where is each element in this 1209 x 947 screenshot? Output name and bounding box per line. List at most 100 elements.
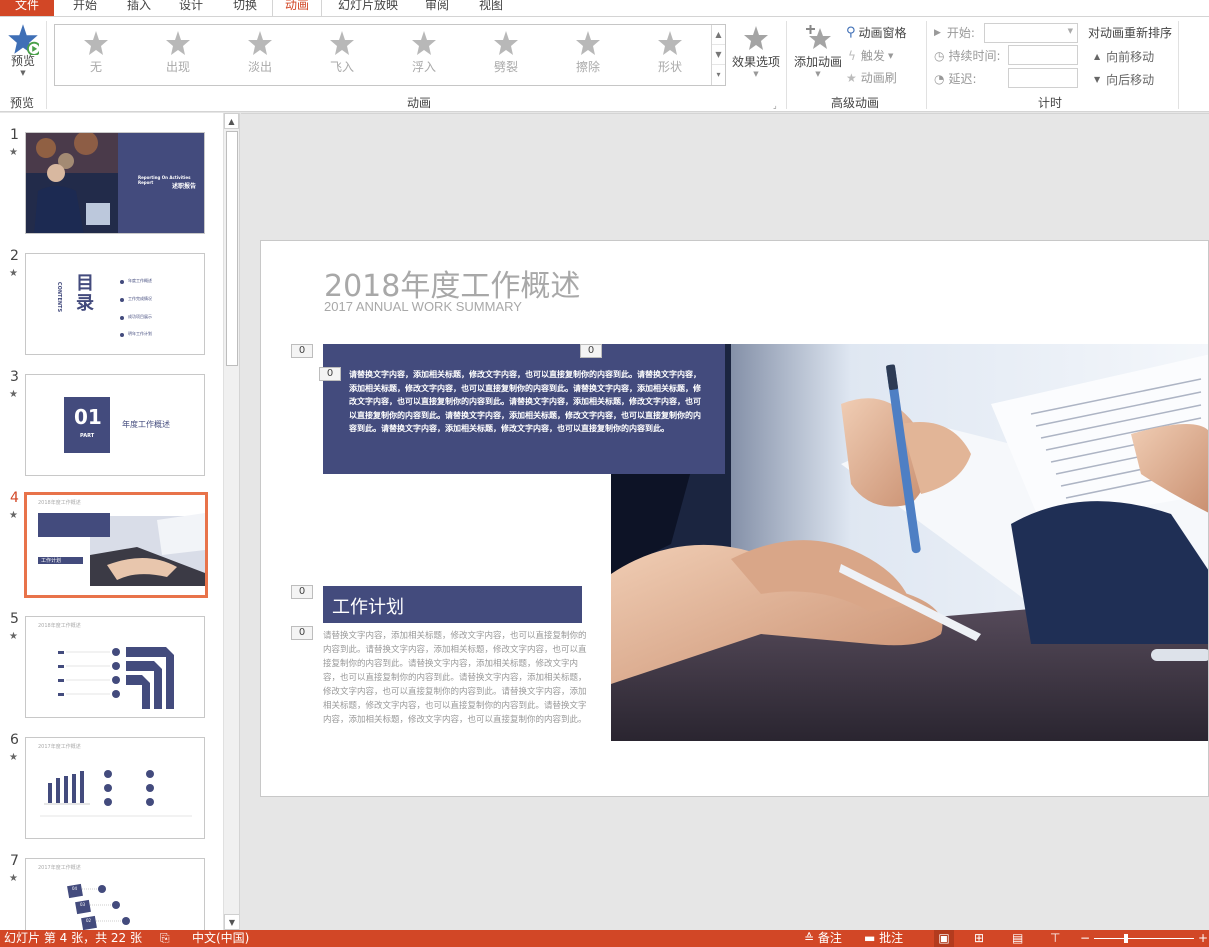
slide-subtitle[interactable]: 2017 ANNUAL WORK SUMMARY — [324, 299, 522, 314]
animation-effect-item[interactable]: 出现 — [143, 28, 213, 75]
slide-thumbnail-3[interactable]: 01 PART 年度工作概述 — [25, 374, 205, 476]
animation-effect-item[interactable]: 无 — [61, 28, 131, 75]
tab-transitions[interactable]: 切换 — [218, 0, 272, 16]
animation-star-icon: ★ — [9, 510, 18, 521]
tab-slideshow[interactable]: 幻灯片放映 — [328, 0, 408, 16]
animation-order-tag[interactable]: 0 — [291, 585, 313, 599]
slide-thumbnail-7[interactable]: 2017年度工作概述 04 03 02 — [25, 858, 205, 930]
comments-button[interactable]: ▬ 批注 — [864, 930, 903, 947]
tab-file[interactable]: 文件 — [0, 0, 54, 16]
plan-text[interactable]: 请替换文字内容，添加相关标题，修改文字内容，也可以直接复制你的内容到此。请替换文… — [323, 629, 588, 727]
tab-home[interactable]: 开始 — [58, 0, 112, 16]
thumbnails-scrollbar[interactable]: ▲ ▼ — [223, 113, 239, 930]
zoom-in-icon[interactable]: + — [1198, 930, 1208, 947]
animation-pane-label: 动画窗格 — [858, 26, 907, 40]
chevron-down-icon: ▼ — [1067, 27, 1073, 35]
slide4-mini-content — [38, 513, 205, 586]
animation-gallery[interactable]: 无 出现 淡出 飞入 浮入 劈裂 擦除 形状 ▲ ▼ ▾ — [54, 24, 726, 86]
triangle-down-icon: ▼ — [1094, 75, 1101, 84]
chevron-down-icon: ▼ — [815, 70, 821, 78]
gallery-more-icon[interactable]: ▾ — [712, 65, 725, 85]
triangle-up-icon: ▲ — [1094, 52, 1101, 61]
preview-group-label: 预览 — [9, 96, 34, 110]
tab-insert[interactable]: 插入 — [112, 0, 166, 16]
language-indicator[interactable]: 中文(中国) — [192, 930, 249, 947]
start-icon: ▶ — [934, 27, 941, 38]
slide6-bars — [40, 770, 192, 817]
scroll-down-icon[interactable]: ▼ — [224, 914, 239, 930]
animation-order-tag[interactable]: 0 — [291, 344, 313, 358]
slide-thumbnail-5[interactable]: 2018年度工作概述 — [25, 616, 205, 718]
content-text-box[interactable]: 请替换文字内容，添加相关标题，修改文字内容，也可以直接复制你的内容到此。请替换文… — [323, 344, 725, 474]
effect-options-label: 效果选项 — [731, 55, 780, 69]
slide4-plan: 工作计划 — [41, 558, 62, 564]
effect-star-icon — [412, 31, 436, 55]
zoom-slider-thumb[interactable] — [1124, 934, 1128, 943]
animation-order-tag[interactable]: 0 — [319, 367, 341, 381]
spellcheck-icon[interactable]: ⎘ — [160, 930, 170, 947]
slide-counter: 幻灯片 第 4 张，共 22 张 — [4, 931, 142, 945]
scroll-up-icon[interactable]: ▲ — [224, 113, 239, 129]
animation-effect-item[interactable]: 形状 — [635, 28, 705, 75]
preview-button[interactable]: 预览 ▼ — [5, 23, 41, 77]
plan-title-bar[interactable]: 工作计划 — [323, 586, 582, 623]
effect-label: 形状 — [657, 60, 682, 74]
animation-order-tag[interactable]: 0 — [580, 344, 602, 358]
content-text[interactable]: 请替换文字内容，添加相关标题，修改文字内容，也可以直接复制你的内容到此。请替换文… — [349, 368, 704, 436]
slide-thumbnail-4[interactable]: 2018年度工作概述 工作计划 — [24, 492, 208, 598]
current-slide[interactable]: 2018年度工作概述 2017 ANNUAL WORK SUMMARY 请替换文… — [260, 240, 1209, 797]
effect-star-icon — [494, 31, 518, 55]
chevron-down-icon: ▼ — [753, 70, 759, 78]
effect-label: 淡出 — [247, 60, 272, 74]
tab-design[interactable]: 设计 — [164, 0, 218, 16]
animation-effect-item[interactable]: 飞入 — [307, 28, 377, 75]
animation-pane-icon: ⚲ — [846, 25, 856, 40]
divider — [1178, 21, 1179, 109]
trigger-button[interactable]: ϟ 触发 ▼ — [848, 47, 893, 64]
move-later-button[interactable]: ▼ 向后移动 — [1094, 71, 1154, 88]
animation-painter-button[interactable]: ★ 动画刷 — [846, 69, 897, 86]
gallery-down-icon[interactable]: ▼ — [712, 45, 725, 65]
zoom-out-icon[interactable]: − — [1080, 930, 1090, 947]
gallery-up-icon[interactable]: ▲ — [712, 25, 725, 45]
chevron-down-icon: ▼ — [887, 51, 894, 60]
slide-number: 6 — [10, 732, 19, 748]
slide-sorter-icon[interactable]: ⊞ — [974, 930, 984, 947]
reading-view-icon[interactable]: ▤ — [1012, 930, 1023, 947]
effect-options-button[interactable]: 效果选项 ▼ — [728, 25, 784, 78]
animation-effect-item[interactable]: 劈裂 — [471, 28, 541, 75]
dialog-launcher-icon[interactable]: ⌟ — [773, 101, 777, 110]
ribbon-tab-bar: 文件 开始 插入 设计 切换 动画 幻灯片放映 审阅 视图 — [0, 0, 1209, 16]
tab-view[interactable]: 视图 — [464, 0, 518, 16]
animation-pane-button[interactable]: ⚲ 动画窗格 — [846, 24, 907, 41]
tab-review[interactable]: 审阅 — [410, 0, 464, 16]
effect-star-icon — [248, 31, 272, 55]
zoom-slider[interactable] — [1094, 938, 1194, 939]
slide1-title-cn: 述职报告 — [172, 183, 197, 190]
divider — [786, 21, 787, 109]
slide-thumbnail-2[interactable]: 目录 CONTENTS 年度工作概述 工作完成情况 成功项目展示 明年工作计划 — [25, 253, 205, 355]
move-earlier-label: 向前移动 — [1106, 50, 1155, 64]
add-animation-button[interactable]: 添加动画 ▼ — [790, 25, 846, 78]
animation-effect-item[interactable]: 淡出 — [225, 28, 295, 75]
delay-spinner[interactable] — [1008, 68, 1078, 88]
slideshow-view-icon[interactable]: ⊤ — [1050, 930, 1060, 947]
clock-icon: ◷ — [934, 48, 945, 63]
animation-effect-item[interactable]: 浮入 — [389, 28, 459, 75]
scrollbar-thumb[interactable] — [226, 131, 238, 366]
move-earlier-button[interactable]: ▲ 向前移动 — [1094, 48, 1154, 65]
slide-thumbnail-1[interactable]: Reporting On Activities Report 述职报告 — [25, 132, 205, 234]
start-select[interactable]: ▼ — [984, 23, 1078, 43]
animation-effect-item[interactable]: 擦除 — [553, 28, 623, 75]
duration-spinner[interactable] — [1008, 45, 1078, 65]
plan-title[interactable]: 工作计划 — [332, 593, 404, 619]
gallery-scrollbar[interactable]: ▲ ▼ ▾ — [711, 25, 725, 85]
delay-label: 延迟: — [948, 72, 977, 86]
slide-number: 1 — [10, 127, 19, 143]
notes-button[interactable]: ≙ 备注 — [804, 930, 842, 947]
normal-view-icon[interactable]: ▣ — [934, 930, 954, 947]
animation-order-tag[interactable]: 0 — [291, 626, 313, 640]
effect-label: 浮入 — [411, 60, 436, 74]
tab-animations[interactable]: 动画 — [272, 0, 322, 16]
slide-thumbnail-6[interactable]: 2017年度工作概述 — [25, 737, 205, 839]
